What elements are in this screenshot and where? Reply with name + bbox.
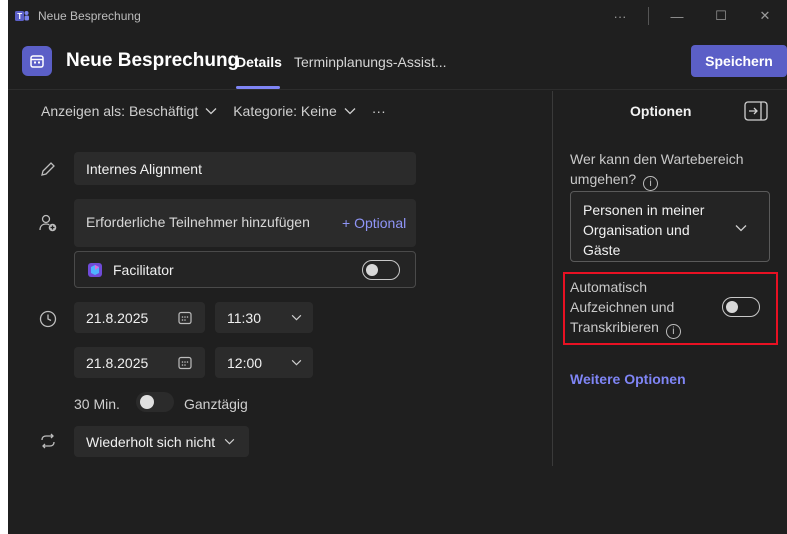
facilitator-row: Facilitator [74, 251, 416, 288]
auto-record-text: Automatisch Aufzeichnen und Transkribier… [570, 279, 675, 335]
clock-icon [39, 310, 57, 328]
window-controls: ··· — ☐ ✕ [598, 0, 787, 32]
auto-record-label: Automatisch Aufzeichnen und Transkribier… [570, 277, 720, 339]
collapse-panel-icon[interactable] [744, 101, 768, 121]
chevron-down-icon [735, 225, 747, 232]
info-icon[interactable]: i [643, 176, 659, 191]
chevron-down-icon [205, 108, 217, 115]
more-options-ellipsis[interactable]: ··· [372, 103, 386, 119]
svg-text:T: T [17, 12, 22, 21]
end-date-field[interactable]: 21.8.2025 [74, 347, 205, 378]
attendees-field[interactable]: Erforderliche Teilnehmer hinzufügen + Op… [74, 199, 416, 247]
chevron-down-icon [291, 314, 302, 321]
end-time-value: 12:00 [227, 354, 263, 371]
lobby-bypass-dropdown[interactable]: Personen in meiner Organisation und Gäst… [570, 191, 770, 262]
all-day-toggle[interactable] [136, 392, 174, 412]
meeting-header: Neue Besprechung Details Terminplanungs-… [8, 32, 787, 90]
facilitator-label: Facilitator [113, 262, 174, 278]
category-label: Kategorie: Keine [233, 103, 337, 119]
active-tab-indicator [236, 86, 280, 89]
facilitator-icon [88, 263, 102, 277]
repeat-dropdown[interactable]: Wiederholt sich nicht [74, 426, 249, 457]
calendar-picker-icon[interactable] [178, 311, 192, 325]
attendees-placeholder: Erforderliche Teilnehmer hinzufügen [86, 214, 310, 230]
chevron-down-icon [291, 359, 302, 366]
show-as-dropdown[interactable]: Anzeigen als: Beschäftigt [41, 103, 217, 119]
info-icon[interactable]: i [665, 324, 681, 339]
start-time-dropdown[interactable]: 11:30 [215, 302, 313, 333]
toggle-knob [140, 395, 154, 409]
title-bar: T Neue Besprechung ··· — ☐ ✕ [8, 0, 787, 32]
facilitator-toggle[interactable] [362, 260, 400, 280]
add-optional-link[interactable]: + Optional [342, 215, 406, 231]
title-input[interactable]: Internes Alignment [74, 152, 416, 185]
chevron-down-icon [224, 438, 235, 445]
options-panel: Optionen Wer kann den Wartebereich umgeh… [553, 91, 787, 466]
page-title: Neue Besprechung [66, 50, 240, 71]
save-button[interactable]: Speichern [691, 45, 787, 77]
teams-logo-icon: T [15, 11, 29, 21]
end-date-value: 21.8.2025 [86, 354, 149, 371]
repeat-icon [41, 433, 55, 449]
more-options-link[interactable]: Weitere Optionen [570, 371, 686, 387]
close-button[interactable]: ✕ [743, 0, 787, 32]
maximize-button[interactable]: ☐ [699, 0, 743, 32]
lobby-bypass-label: Wer kann den Wartebereich umgehen? i [570, 149, 770, 191]
window-title: Neue Besprechung [38, 9, 141, 23]
start-date-value: 21.8.2025 [86, 309, 149, 326]
meeting-form: Anzeigen als: Beschäftigt Kategorie: Kei… [8, 91, 552, 466]
minimize-button[interactable]: — [655, 0, 699, 32]
all-day-label: Ganztägig [184, 396, 248, 412]
start-date-field[interactable]: 21.8.2025 [74, 302, 205, 333]
calendar-icon [22, 46, 52, 76]
end-time-dropdown[interactable]: 12:00 [215, 347, 313, 378]
repeat-value: Wiederholt sich nicht [86, 433, 216, 450]
meta-row: Anzeigen als: Beschäftigt Kategorie: Kei… [41, 103, 402, 119]
category-dropdown[interactable]: Kategorie: Keine [233, 103, 356, 119]
auto-record-toggle[interactable] [722, 297, 760, 317]
window-bottom-area [8, 466, 787, 534]
lobby-bypass-value: Personen in meiner Organisation und Gäst… [583, 202, 705, 258]
pencil-icon [41, 162, 55, 176]
tab-details[interactable]: Details [236, 54, 282, 70]
duration-label: 30 Min. [74, 396, 120, 412]
start-time-value: 11:30 [227, 309, 261, 326]
tab-scheduling-assistant[interactable]: Terminplanungs-Assist... [294, 54, 447, 70]
more-window-options-button[interactable]: ··· [598, 0, 642, 32]
show-as-label: Anzeigen als: Beschäftigt [41, 103, 199, 119]
calendar-glyph-icon [30, 55, 44, 68]
window-controls-separator [648, 7, 649, 25]
options-heading: Optionen [630, 103, 692, 119]
add-person-icon [39, 214, 57, 232]
calendar-picker-icon[interactable] [178, 356, 192, 370]
chevron-down-icon [344, 108, 356, 115]
